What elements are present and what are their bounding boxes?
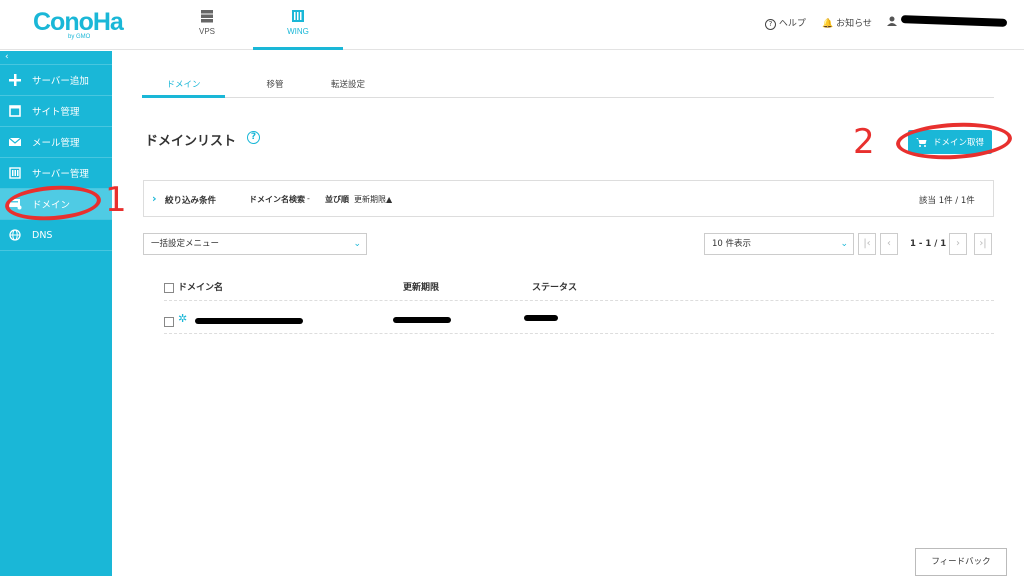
- help-label: ヘルプ: [778, 19, 806, 29]
- tab-vps[interactable]: VPS: [162, 0, 252, 50]
- first-page-button[interactable]: |‹: [858, 233, 876, 255]
- sidebar-item-server-manage[interactable]: サーバー管理: [0, 158, 112, 189]
- chevron-right-icon: ›: [152, 192, 157, 205]
- subtab-transfer[interactable]: 移管: [250, 78, 300, 90]
- row-checkbox[interactable]: [164, 317, 174, 327]
- bulk-settings-value: 一括設定メニュー: [151, 239, 220, 249]
- prev-page-button[interactable]: ‹: [880, 233, 898, 255]
- help-question-icon[interactable]: ?: [247, 131, 260, 144]
- notice-label: お知らせ: [836, 19, 872, 29]
- mail-icon: [8, 135, 22, 149]
- next-page-button[interactable]: ›: [949, 233, 967, 255]
- per-page-value: 10 件表示: [712, 239, 752, 249]
- server-manage-icon: [8, 166, 22, 180]
- sidebar-item-label: サーバー管理: [32, 169, 89, 180]
- redacted-status: [524, 315, 558, 321]
- chevron-down-icon: ⌄: [840, 239, 848, 249]
- sidebar-collapse-button[interactable]: ‹: [0, 51, 112, 65]
- select-all-checkbox[interactable]: [164, 283, 174, 293]
- help-icon: ?: [765, 19, 776, 30]
- column-expiry[interactable]: 更新期限: [403, 280, 439, 293]
- redacted-domain: [195, 318, 303, 324]
- annotation-number-1: 1: [105, 180, 127, 220]
- filter-label: 絞り込み条件: [165, 196, 217, 206]
- user-menu[interactable]: [886, 16, 898, 29]
- sidebar-item-site-manage[interactable]: サイト管理: [0, 96, 112, 127]
- sort-label: 並び順: [325, 195, 349, 204]
- window-icon: [8, 104, 22, 118]
- sidebar-item-mail-manage[interactable]: メール管理: [0, 127, 112, 158]
- result-count: 該当 1件 / 1件: [919, 196, 975, 206]
- sidebar-item-server-add[interactable]: サーバー追加: [0, 65, 112, 96]
- gear-icon[interactable]: ✲: [178, 312, 187, 325]
- server-icon: [201, 10, 213, 23]
- sidebar-item-label: サーバー追加: [32, 76, 89, 87]
- redacted-email: [900, 15, 1008, 27]
- sidebar-item-label: メール管理: [32, 138, 80, 149]
- wing-icon: [292, 10, 304, 22]
- bulk-settings-select[interactable]: 一括設定メニュー ⌄: [143, 233, 367, 255]
- feedback-button[interactable]: フィードバック: [915, 548, 1007, 576]
- sidebar-item-label: DNS: [32, 229, 53, 241]
- search-label: ドメイン名検索: [249, 195, 305, 204]
- tab-wing[interactable]: WING: [253, 0, 343, 50]
- globe-icon: [8, 228, 22, 242]
- logo-sub: by GMO: [68, 34, 91, 40]
- sort-value: 更新期限▲: [354, 195, 393, 204]
- sub-tabs: ドメイン 移管 転送設定: [142, 71, 994, 98]
- subtab-domain[interactable]: ドメイン: [142, 78, 225, 90]
- top-header: ConoHa by GMO VPS WING ? ヘルプ 🔔 お知らせ: [0, 0, 1024, 50]
- tab-vps-label: VPS: [198, 27, 215, 36]
- search-value: -: [307, 194, 310, 203]
- last-page-button[interactable]: ›|: [974, 233, 992, 255]
- column-status[interactable]: ステータス: [532, 280, 577, 293]
- chevron-down-icon: ⌄: [353, 239, 361, 249]
- page-range: 1 - 1 / 1: [910, 239, 947, 249]
- notice-link[interactable]: 🔔 お知らせ: [822, 16, 872, 29]
- conoha-logo[interactable]: ConoHa: [33, 8, 124, 37]
- row-divider: [164, 300, 994, 301]
- row-divider: [164, 333, 994, 334]
- tab-wing-label: WING: [287, 27, 309, 36]
- filter-panel[interactable]: › 絞り込み条件 ドメイン名検索 - 並び順 更新期限▲ 該当 1件 / 1件: [143, 180, 994, 217]
- column-domain-name[interactable]: ドメイン名: [178, 280, 223, 293]
- redacted-expiry: [393, 317, 451, 323]
- main-content: ドメイン 移管 転送設定 ドメインリスト ? ドメイン取得 › 絞り込み条件 ド…: [112, 51, 1024, 576]
- sidebar: ‹ サーバー追加 サイト管理 メール管理 サーバー管理 ドメイン DNS: [0, 51, 112, 576]
- per-page-select[interactable]: 10 件表示 ⌄: [704, 233, 854, 255]
- active-tab-indicator: [142, 95, 225, 98]
- subtab-forward-settings[interactable]: 転送設定: [318, 78, 378, 90]
- annotation-number-2: 2: [853, 122, 875, 162]
- sidebar-item-dns[interactable]: DNS: [0, 220, 112, 251]
- page-title: ドメインリスト: [145, 134, 237, 149]
- help-link[interactable]: ? ヘルプ: [765, 16, 806, 30]
- plus-icon: [8, 73, 22, 87]
- bell-icon: 🔔: [822, 19, 834, 29]
- sidebar-item-label: サイト管理: [32, 107, 80, 118]
- user-icon: [887, 16, 897, 26]
